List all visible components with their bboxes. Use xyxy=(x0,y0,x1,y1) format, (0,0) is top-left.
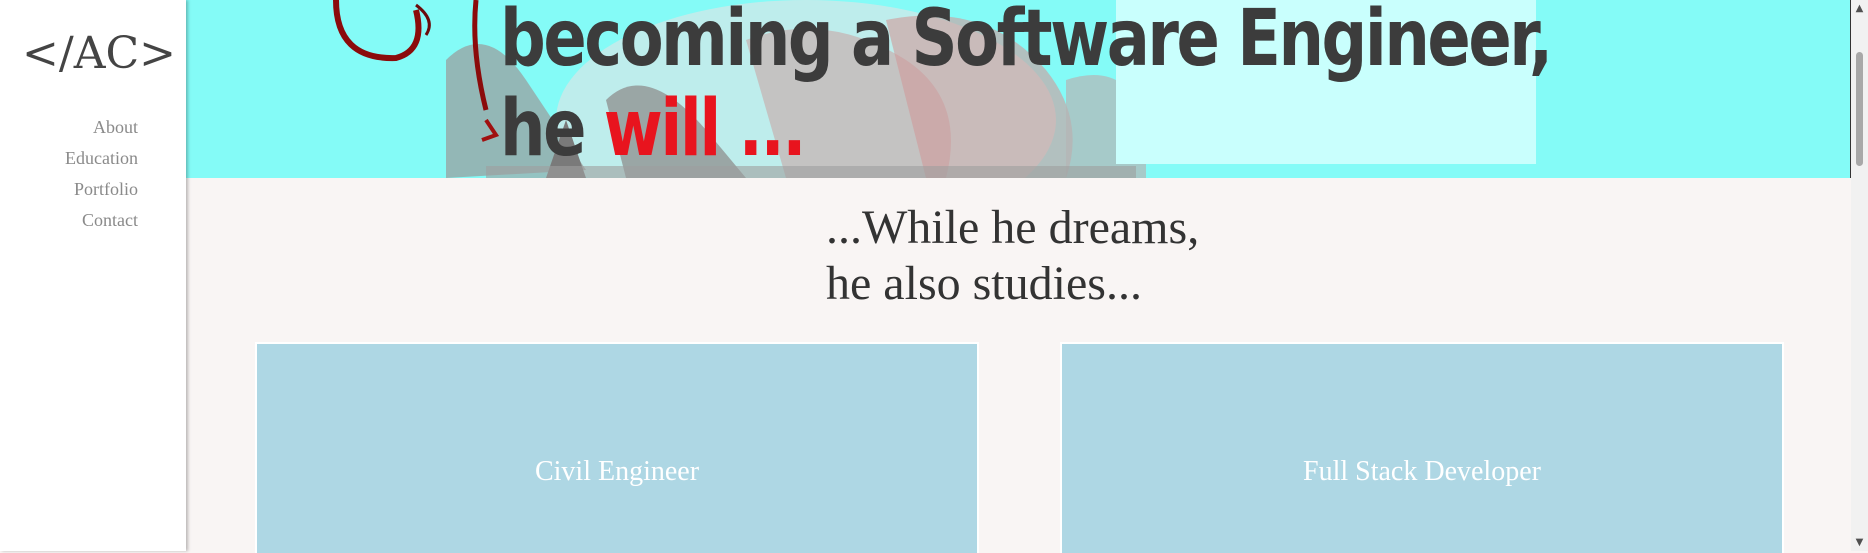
section-heading: ...While he dreams, he also studies... xyxy=(826,200,1326,312)
hero-headline: becoming a Software Engineer, he will ..… xyxy=(500,0,1553,174)
hero-headline-line2: he will ... xyxy=(500,84,1551,174)
vertical-scrollbar[interactable]: ▲ ▼ xyxy=(1851,0,1868,551)
scrollbar-thumb[interactable] xyxy=(1856,52,1863,166)
nav-link-contact[interactable]: Contact xyxy=(65,205,138,236)
nav-link-portfolio[interactable]: Portfolio xyxy=(65,174,138,205)
sidebar-nav: About Education Portfolio Contact xyxy=(65,112,138,236)
section-heading-line2: he also studies... xyxy=(826,257,1142,310)
sidebar: </AC> About Education Portfolio Contact xyxy=(0,0,186,551)
card-label: Civil Engineer xyxy=(534,456,700,487)
nav-link-about[interactable]: About xyxy=(65,112,138,143)
card-full-stack-developer[interactable]: Full Stack Developer xyxy=(1060,342,1784,553)
hero-headline-highlight: will ... xyxy=(603,84,807,174)
card-civil-engineer[interactable]: Civil Engineer xyxy=(255,342,979,553)
hero-headline-prefix: he xyxy=(500,84,604,174)
site-logo[interactable]: </AC> xyxy=(22,28,176,79)
nav-link-education[interactable]: Education xyxy=(65,143,138,174)
chevron-up-icon[interactable]: ▲ xyxy=(1851,0,1868,17)
hero-headline-line1: becoming a Software Engineer, xyxy=(500,0,1553,84)
chevron-down-icon[interactable]: ▼ xyxy=(1851,534,1868,551)
card-label: Full Stack Developer xyxy=(1303,456,1541,487)
section-heading-line1: ...While he dreams, xyxy=(826,201,1200,254)
hero-banner: becoming a Software Engineer, he will ..… xyxy=(186,0,1852,178)
